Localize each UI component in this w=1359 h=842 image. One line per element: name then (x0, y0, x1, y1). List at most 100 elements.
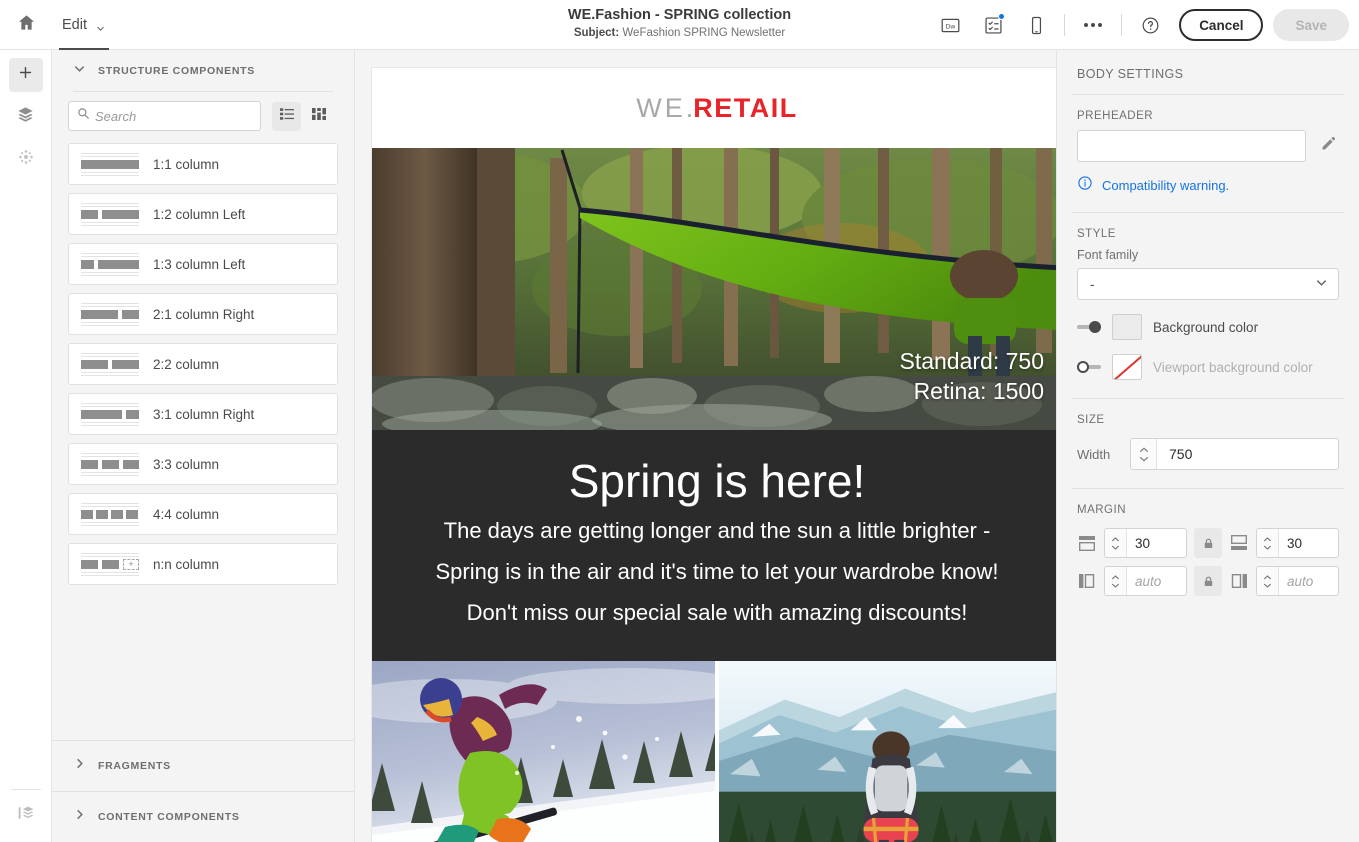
assets-icon (17, 148, 35, 171)
width-stepper[interactable]: 750 (1130, 438, 1339, 470)
subject-label: Subject: (573, 27, 620, 39)
section-content-components-title: CONTENT COMPONENTS (98, 811, 240, 823)
layout-thumbnail-1-2 (81, 201, 139, 227)
two-column-image-block[interactable] (372, 661, 1056, 842)
preheader-input[interactable] (1077, 130, 1306, 162)
section-structure-components[interactable]: STRUCTURE COMPONENTS (52, 50, 354, 91)
width-value[interactable]: 750 (1157, 439, 1338, 469)
list-view-button[interactable] (272, 101, 301, 131)
margin-row-top-bottom: 30 30 (1077, 528, 1339, 558)
promo-line-3: Don't miss our special sale with amazing… (466, 600, 968, 625)
component-label: 4:4 column (153, 506, 220, 522)
margin-bottom-spinner[interactable] (1257, 529, 1279, 557)
component-item[interactable]: 1:1 column (68, 143, 338, 185)
email-canvas[interactable]: WE. RETAIL Standard: 750 Retina: 1500 Sp… (355, 50, 1056, 842)
background-color-swatch[interactable] (1112, 314, 1142, 340)
header-divider-2 (1121, 14, 1123, 36)
preheader-row (1057, 130, 1359, 162)
cancel-button[interactable]: Cancel (1179, 9, 1264, 41)
margin-right-icon (1229, 571, 1249, 591)
margin-right-value[interactable]: auto (1279, 567, 1338, 595)
component-item[interactable]: 2:2 column (68, 343, 338, 385)
list-view-icon (279, 106, 295, 127)
margin-right-stepper[interactable]: auto (1256, 566, 1339, 596)
more-options-button[interactable] (1076, 8, 1110, 42)
app-root: Edit WE.Fashion - SPRING collection Subj… (0, 0, 1359, 842)
rail-layers-button[interactable] (9, 100, 43, 134)
component-label: 3:1 column Right (153, 406, 255, 422)
component-item[interactable]: 1:3 column Left (68, 243, 338, 285)
help-button[interactable] (1133, 8, 1167, 42)
grid-view-button[interactable] (304, 102, 333, 131)
component-item[interactable]: 2:1 column Right (68, 293, 338, 335)
left-rail (0, 50, 52, 842)
margin-top-lock-button[interactable] (1194, 528, 1222, 558)
home-button[interactable] (0, 0, 52, 50)
chevron-right-icon (73, 757, 86, 775)
margin-fields: 30 30 auto auto (1057, 524, 1359, 596)
chevron-down-icon (96, 20, 105, 31)
viewport-background-color-swatch[interactable] (1112, 354, 1142, 380)
margin-bottom-value[interactable]: 30 (1279, 529, 1338, 557)
layout-thumbnail-3-3 (81, 451, 139, 477)
component-item[interactable]: + n:n column (68, 543, 338, 585)
viewport-background-color-row: Viewport background color (1057, 340, 1359, 380)
width-spinner-buttons[interactable] (1131, 439, 1157, 469)
font-family-select[interactable]: - (1077, 268, 1339, 300)
section-content-components[interactable]: CONTENT COMPONENTS (52, 792, 354, 842)
width-label: Width (1077, 446, 1111, 462)
lock-icon (1204, 576, 1212, 586)
section-fragments[interactable]: FRAGMENTS (52, 741, 354, 791)
rail-add-button[interactable] (8, 58, 43, 92)
component-item[interactable]: 4:4 column (68, 493, 338, 535)
dreamweaver-button[interactable]: Dw (933, 8, 967, 42)
tab-edit[interactable]: Edit (54, 0, 115, 50)
component-item[interactable]: 1:2 column Left (68, 193, 338, 235)
viewport-background-color-toggle[interactable] (1077, 361, 1101, 373)
margin-bottom-stepper[interactable]: 30 (1256, 528, 1339, 558)
hero-image-block[interactable]: Standard: 750 Retina: 1500 (372, 148, 1056, 430)
image-hiker[interactable] (719, 661, 1056, 842)
compatibility-warning-text[interactable]: Compatibility warning. (1102, 178, 1229, 193)
chevron-down-icon (1111, 545, 1120, 550)
rail-assets-button[interactable] (9, 142, 43, 176)
structure-tree-icon (16, 803, 36, 828)
component-label: 3:3 column (153, 456, 220, 472)
margin-left-stepper[interactable]: auto (1104, 566, 1187, 596)
component-label: 2:1 column Right (153, 306, 255, 322)
margin-left-lock-button[interactable] (1194, 566, 1222, 596)
margin-right-spinner[interactable] (1257, 567, 1279, 595)
margin-top-spinner[interactable] (1105, 529, 1127, 557)
email-logo-block[interactable]: WE. RETAIL (372, 68, 1056, 148)
component-label: 2:2 column (153, 356, 220, 372)
section-fragments-header[interactable]: FRAGMENTS (52, 741, 354, 791)
pencil-icon (1320, 135, 1337, 157)
chevron-down-icon (1263, 583, 1272, 588)
rail-structure-button[interactable] (9, 798, 43, 832)
image-snowboarder[interactable] (372, 661, 716, 842)
promo-headline: Spring is here! (568, 455, 866, 507)
section-content-components-header[interactable]: CONTENT COMPONENTS (52, 792, 354, 842)
background-color-toggle[interactable] (1077, 321, 1101, 333)
promo-text-block[interactable]: Spring is here! The days are getting lon… (372, 430, 1056, 661)
view-toggle (272, 101, 333, 131)
mobile-preview-button[interactable] (1019, 8, 1053, 42)
component-item[interactable]: 3:1 column Right (68, 393, 338, 435)
margin-top-value[interactable]: 30 (1127, 529, 1186, 557)
component-item[interactable]: 3:3 column (68, 443, 338, 485)
preheader-group-label: PREHEADER (1077, 110, 1154, 122)
compatibility-warning[interactable]: Compatibility warning. (1057, 162, 1359, 196)
viewport-background-color-label: Viewport background color (1153, 359, 1313, 375)
margin-top-stepper[interactable]: 30 (1104, 528, 1187, 558)
margin-bottom-icon (1229, 533, 1249, 553)
chevron-down-icon (73, 62, 86, 80)
margin-left-value[interactable]: auto (1127, 567, 1186, 595)
save-button[interactable]: Save (1273, 9, 1349, 41)
email-document[interactable]: WE. RETAIL Standard: 750 Retina: 1500 Sp… (372, 68, 1056, 842)
validation-button[interactable] (976, 8, 1010, 42)
chevron-down-icon (1139, 456, 1148, 462)
preheader-edit-button[interactable] (1317, 135, 1339, 157)
search-input[interactable]: Search (68, 101, 261, 131)
margin-left-spinner[interactable] (1105, 567, 1127, 595)
subject-value: WeFashion SPRING Newsletter (622, 27, 786, 39)
